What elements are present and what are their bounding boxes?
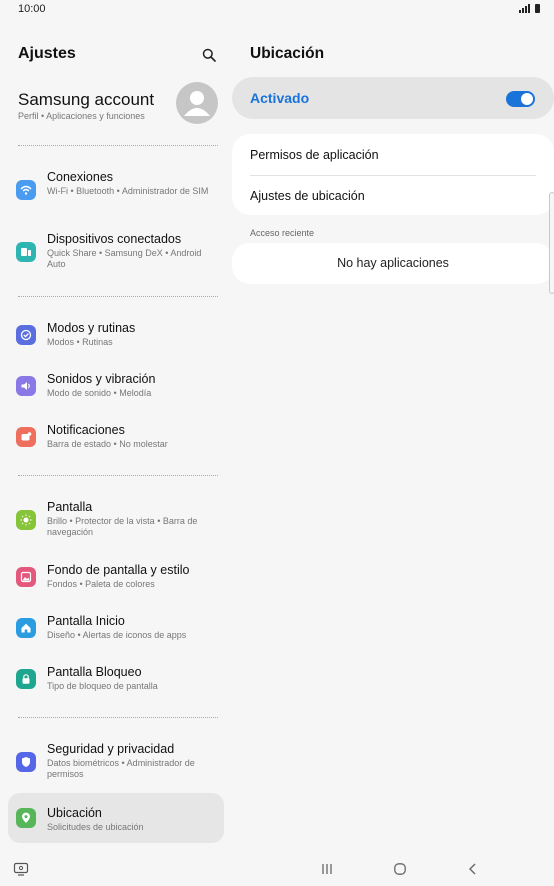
display-icon (16, 510, 36, 530)
settings-item-fondo-de-pantalla[interactable]: Fondo de pantalla y estilo Fondos • Pale… (8, 563, 224, 613)
settings-item-pantalla-bloqueo[interactable]: Pantalla Bloqueo Tipo de bloqueo de pant… (8, 665, 224, 715)
item-subtitle: Modos • Rutinas (47, 337, 113, 347)
shield-icon (16, 752, 36, 772)
switch-label: Activado (250, 90, 310, 106)
samsung-account-row[interactable]: Samsung account Perfil • Aplicaciones y … (0, 80, 232, 140)
location-toggle[interactable] (506, 91, 535, 107)
item-title: Dispositivos conectados (47, 232, 182, 246)
divider (18, 296, 218, 297)
item-subtitle: Wi-Fi • Bluetooth • Administrador de SIM (47, 186, 209, 196)
home-icon (16, 618, 36, 638)
recents-button[interactable] (316, 858, 338, 880)
settings-item-dispositivos-conectados[interactable]: Dispositivos conectados Quick Share • Sa… (8, 232, 224, 282)
item-subtitle: Fondos • Paleta de colores (47, 579, 155, 589)
search-button[interactable] (198, 44, 220, 66)
divider (18, 145, 218, 146)
divider (250, 175, 536, 176)
item-title: Fondo de pantalla y estilo (47, 563, 190, 577)
item-subtitle: Quick Share • Samsung DeX • Android Auto (47, 248, 202, 269)
settings-item-conexiones[interactable]: Conexiones Wi-Fi • Bluetooth • Administr… (8, 170, 224, 220)
settings-list-pane: Ajustes Samsung account Perfil • Aplicac… (0, 20, 232, 850)
item-title: Seguridad y privacidad (47, 742, 175, 756)
settings-item-modos-y-rutinas[interactable]: Modos y rutinas Modos • Rutinas (8, 321, 224, 371)
item-title: Pantalla (47, 500, 93, 514)
detail-title: Ubicación (250, 45, 325, 62)
signal-icon (519, 4, 530, 13)
app-permissions-item[interactable]: Permisos de aplicación (250, 148, 379, 162)
recent-access-label: Acceso reciente (250, 228, 315, 238)
screen-mode-icon (13, 862, 29, 876)
wallpaper-icon (16, 567, 36, 587)
item-title: Modos y rutinas (47, 321, 136, 335)
pane-resize-handle[interactable] (549, 192, 554, 294)
routines-icon (16, 325, 36, 345)
divider (18, 717, 218, 718)
screen-mode-button[interactable] (10, 858, 32, 880)
page-title: Ajustes (18, 45, 76, 62)
item-title: Pantalla Inicio (47, 614, 125, 628)
status-time: 10:00 (18, 3, 46, 15)
settings-item-pantalla[interactable]: Pantalla Brillo • Protector de la vista … (8, 500, 224, 550)
item-title: Conexiones (47, 170, 114, 184)
toggle-knob (521, 93, 533, 105)
item-subtitle: Tipo de bloqueo de pantalla (47, 681, 158, 691)
status-bar: 10:00 (0, 0, 554, 20)
item-subtitle: Brillo • Protector de la vista • Barra d… (47, 516, 198, 537)
account-name: Samsung account (18, 90, 155, 109)
settings-item-ubicacion[interactable]: Ubicación Solicitudes de ubicación (8, 793, 224, 843)
sound-icon (16, 376, 36, 396)
avatar[interactable] (176, 82, 218, 124)
item-subtitle: Datos biométricos • Administrador de per… (47, 758, 195, 779)
item-title: Ubicación (47, 806, 102, 820)
location-icon (16, 808, 36, 828)
item-subtitle: Barra de estado • No molestar (47, 439, 168, 449)
settings-item-notificaciones[interactable]: Notificaciones Barra de estado • No mole… (8, 423, 224, 473)
devices-icon (16, 242, 36, 262)
home-button-icon (394, 863, 406, 875)
home-button[interactable] (389, 858, 411, 880)
settings-item-seguridad-y-privacidad[interactable]: Seguridad y privacidad Datos biométricos… (8, 742, 224, 792)
item-title: Notificaciones (47, 423, 125, 437)
location-settings-item[interactable]: Ajustes de ubicación (250, 189, 365, 203)
divider (18, 475, 218, 476)
settings-item-pantalla-inicio[interactable]: Pantalla Inicio Diseño • Alertas de icon… (8, 614, 224, 664)
navigation-bar (0, 850, 554, 886)
wifi-icon (16, 180, 36, 200)
item-subtitle: Diseño • Alertas de iconos de apps (47, 630, 187, 640)
notifications-icon (16, 427, 36, 447)
status-icons (519, 4, 540, 13)
lock-icon (16, 669, 36, 689)
back-button[interactable] (462, 858, 484, 880)
search-icon (202, 48, 216, 62)
recents-icon (322, 864, 332, 874)
item-subtitle: Solicitudes de ubicación (47, 822, 144, 832)
empty-state-text: No hay aplicaciones (337, 256, 449, 270)
item-title: Sonidos y vibración (47, 372, 156, 386)
account-subtitle: Perfil • Aplicaciones y funciones (18, 111, 145, 121)
settings-item-sonidos-y-vibracion[interactable]: Sonidos y vibración Modo de sonido • Mel… (8, 372, 224, 422)
item-title: Pantalla Bloqueo (47, 665, 142, 679)
back-icon (469, 863, 476, 875)
person-icon (184, 91, 210, 116)
location-options-card: Permisos de aplicación Ajustes de ubicac… (232, 134, 554, 215)
location-master-switch[interactable]: Activado (232, 77, 554, 119)
recent-access-card: No hay aplicaciones (232, 243, 554, 284)
item-subtitle: Modo de sonido • Melodía (47, 388, 152, 398)
battery-icon (535, 4, 540, 13)
